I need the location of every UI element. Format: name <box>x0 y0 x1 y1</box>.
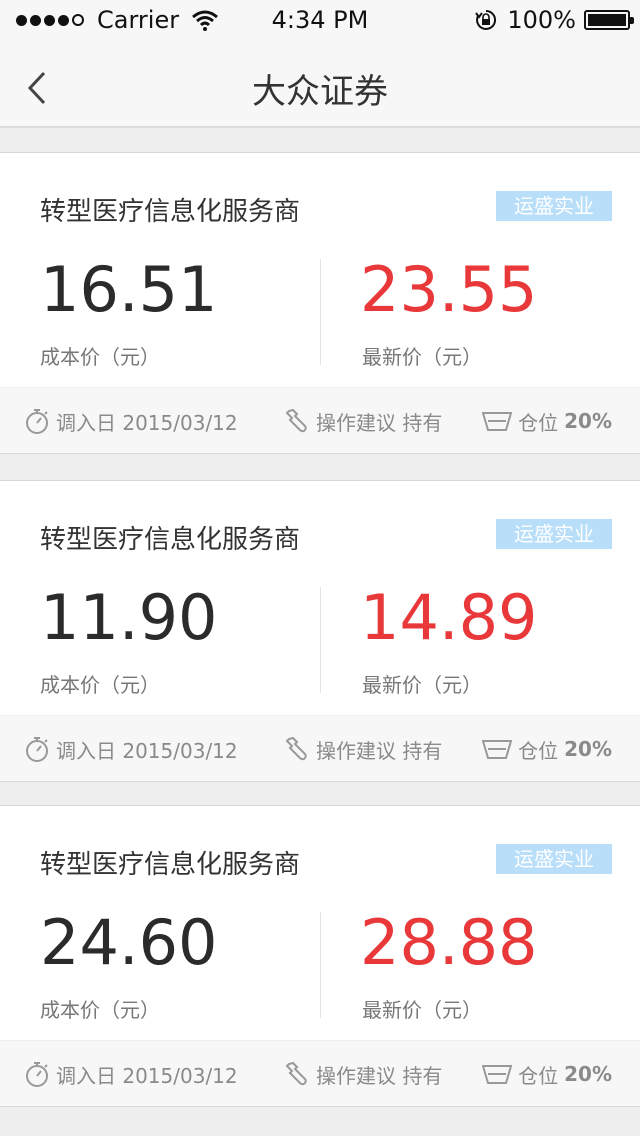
navigation-bar: 大众证券 <box>0 40 640 128</box>
company-tag[interactable]: 运盛实业 <box>496 519 612 549</box>
latest-price: 23.55 <box>360 253 538 326</box>
card-footer: 调入日 2015/03/12 操作建议 持有 仓位 20% <box>0 387 640 453</box>
cost-price: 24.60 <box>40 906 218 979</box>
latest-price: 28.88 <box>360 906 538 979</box>
divider <box>320 587 321 693</box>
card-title: 转型医疗信息化服务商 <box>40 525 301 555</box>
operation-advice: 操作建议 持有 <box>316 1063 443 1088</box>
stock-card[interactable]: 转型医疗信息化服务商 运盛实业 11.90 14.89 成本价（元） 最新价（元… <box>0 480 640 782</box>
position-value: 20% <box>564 1062 612 1086</box>
status-bar: Carrier 4:34 PM 100% <box>0 0 640 40</box>
cost-price: 16.51 <box>40 253 218 326</box>
card-footer: 调入日 2015/03/12 操作建议 持有 仓位 20% <box>0 1040 640 1106</box>
page-title: 大众证券 <box>252 72 388 112</box>
card-title: 转型医疗信息化服务商 <box>40 197 301 227</box>
stopwatch-icon <box>26 409 48 434</box>
cost-price-label: 成本价（元） <box>40 998 160 1022</box>
wrench-icon <box>285 408 307 433</box>
stopwatch-icon <box>26 737 48 762</box>
basket-icon <box>482 1065 513 1084</box>
cost-price: 11.90 <box>40 581 218 654</box>
position-value: 20% <box>564 409 612 433</box>
divider <box>320 259 321 365</box>
latest-price-label: 最新价（元） <box>362 673 482 697</box>
operation-advice: 操作建议 持有 <box>316 410 443 435</box>
stock-card[interactable]: 转型医疗信息化服务商 运盛实业 16.51 23.55 成本价（元） 最新价（元… <box>0 152 640 454</box>
position-label: 仓位 <box>518 738 559 763</box>
entry-date: 调入日 2015/03/12 <box>56 1063 238 1088</box>
entry-date: 调入日 2015/03/12 <box>56 738 238 763</box>
basket-icon <box>482 740 513 759</box>
stopwatch-icon <box>26 1062 48 1087</box>
battery-percent: 100% <box>507 6 576 34</box>
company-tag[interactable]: 运盛实业 <box>496 844 612 874</box>
company-tag[interactable]: 运盛实业 <box>496 191 612 221</box>
latest-price-label: 最新价（元） <box>362 345 482 369</box>
basket-icon <box>482 412 513 431</box>
divider <box>320 912 321 1018</box>
card-footer: 调入日 2015/03/12 操作建议 持有 仓位 20% <box>0 715 640 781</box>
latest-price-label: 最新价（元） <box>362 998 482 1022</box>
wrench-icon <box>285 1061 307 1086</box>
operation-advice: 操作建议 持有 <box>316 738 443 763</box>
entry-date: 调入日 2015/03/12 <box>56 410 238 435</box>
position-label: 仓位 <box>518 410 559 435</box>
position-value: 20% <box>564 737 612 761</box>
cost-price-label: 成本价（元） <box>40 673 160 697</box>
battery-icon <box>584 10 634 30</box>
position-label: 仓位 <box>518 1063 559 1088</box>
stock-card[interactable]: 转型医疗信息化服务商 运盛实业 24.60 28.88 成本价（元） 最新价（元… <box>0 805 640 1107</box>
latest-price: 14.89 <box>360 581 538 654</box>
wrench-icon <box>285 736 307 761</box>
rotation-lock-icon <box>475 9 497 30</box>
cost-price-label: 成本价（元） <box>40 345 160 369</box>
card-title: 转型医疗信息化服务商 <box>40 850 301 880</box>
